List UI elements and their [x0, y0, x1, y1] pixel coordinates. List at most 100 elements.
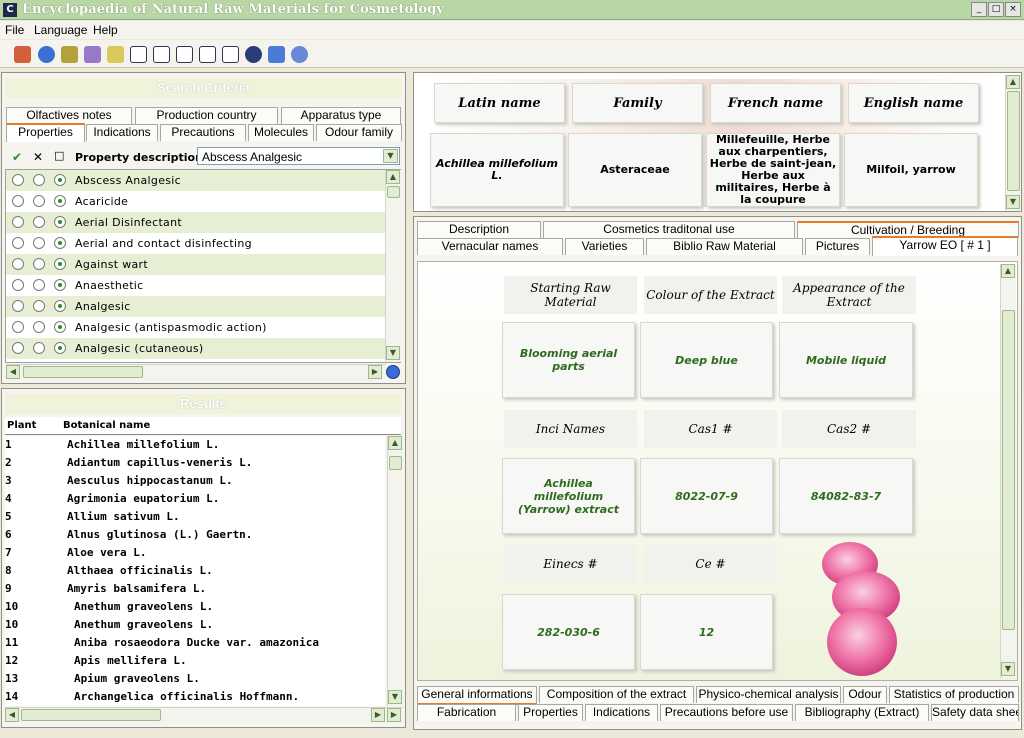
col-plant[interactable]: Plant — [7, 420, 36, 431]
property-list-item[interactable]: Analgesic (cutaneous) — [6, 338, 386, 359]
exclude-radio[interactable] — [33, 300, 45, 312]
include-radio[interactable] — [12, 216, 24, 228]
tab-production-country[interactable]: Production country — [135, 107, 278, 124]
property-list-item[interactable]: Analgesic (antispasmodic action) — [6, 317, 386, 338]
scroll-up-icon[interactable]: ▲ — [386, 170, 400, 184]
scroll-left-icon[interactable]: ◀ — [6, 365, 20, 379]
tab-precautions[interactable]: Precautions — [160, 124, 246, 141]
tab-odour[interactable]: Odour — [843, 686, 887, 703]
close-button[interactable]: × — [1005, 2, 1021, 17]
menu-language[interactable]: Language — [34, 23, 87, 37]
exclude-radio[interactable] — [33, 321, 45, 333]
tab-precautions-before-use[interactable]: Precautions before use — [660, 704, 793, 721]
neutral-radio[interactable] — [54, 342, 66, 354]
info-icon[interactable] — [38, 46, 55, 63]
tab-description[interactable]: Description — [417, 221, 541, 238]
scroll-thumb[interactable] — [389, 456, 402, 470]
tab-indications-extract[interactable]: Indications — [585, 704, 658, 721]
property-list-item[interactable]: Against wart — [6, 254, 386, 275]
refresh-icon[interactable] — [386, 365, 400, 379]
scroll-thumb[interactable] — [387, 186, 400, 198]
property-list-vscroll[interactable]: ▲ ▼ — [385, 170, 401, 362]
tab-composition-of-extract[interactable]: Composition of the extract — [539, 686, 694, 703]
neutral-radio[interactable] — [54, 174, 66, 186]
tab-properties-extract[interactable]: Properties — [518, 704, 583, 721]
tab-yarrow-eo[interactable]: Yarrow EO [ # 1 ] — [872, 236, 1018, 256]
include-radio[interactable] — [12, 321, 24, 333]
tab-olfactives-notes[interactable]: Olfactives notes — [6, 107, 132, 124]
scroll-up-icon[interactable]: ▲ — [388, 436, 402, 450]
scroll-thumb[interactable] — [1007, 91, 1020, 191]
scroll-right-end-icon[interactable]: ▶ — [387, 708, 401, 722]
export-icon[interactable] — [176, 46, 193, 63]
col-botanical-name[interactable]: Botanical name — [63, 420, 150, 431]
results-row[interactable]: 11 Aniba rosaeodora Ducke var. amazonica — [5, 634, 385, 652]
property-list-hscroll[interactable]: ◀ ▶ — [6, 364, 386, 380]
include-radio[interactable] — [12, 300, 24, 312]
include-radio[interactable] — [12, 174, 24, 186]
tab-fabrication[interactable]: Fabrication — [417, 704, 516, 721]
include-radio[interactable] — [12, 195, 24, 207]
include-radio[interactable] — [12, 342, 24, 354]
results-row[interactable]: 14 Archangelica officinalis Hoffmann. — [5, 688, 385, 706]
cards-icon[interactable] — [84, 46, 101, 63]
tab-indications[interactable]: Indications — [86, 124, 158, 141]
book-icon[interactable] — [107, 46, 124, 63]
neutral-radio[interactable] — [54, 321, 66, 333]
results-vscroll[interactable]: ▲ ▼ — [387, 436, 403, 706]
tab-apparatus-type[interactable]: Apparatus type — [281, 107, 401, 124]
window-icon[interactable] — [199, 46, 216, 63]
tree-icon[interactable] — [153, 46, 170, 63]
tab-pictures[interactable]: Pictures — [805, 238, 870, 255]
scroll-thumb[interactable] — [1002, 310, 1015, 630]
globe-icon[interactable] — [245, 46, 262, 63]
scroll-down-icon[interactable]: ▼ — [388, 690, 402, 704]
neutral-radio[interactable] — [54, 279, 66, 291]
tab-general-informations[interactable]: General informations — [417, 686, 537, 705]
exclude-radio[interactable] — [33, 237, 45, 249]
scroll-right-icon[interactable]: ▶ — [371, 708, 385, 722]
exclude-radio[interactable] — [33, 279, 45, 291]
neutral-radio[interactable] — [54, 195, 66, 207]
leaf-icon[interactable] — [61, 46, 78, 63]
property-list-item[interactable]: Analgesic — [6, 296, 386, 317]
results-row[interactable]: 4 Agrimonia eupatorium L. — [5, 490, 385, 508]
scroll-down-icon[interactable]: ▼ — [1001, 662, 1015, 676]
neutral-radio[interactable] — [54, 237, 66, 249]
scroll-down-icon[interactable]: ▼ — [386, 346, 400, 360]
include-radio[interactable] — [12, 258, 24, 270]
property-list-item[interactable]: Abscess Analgesic — [6, 170, 386, 191]
include-radio[interactable] — [12, 279, 24, 291]
scroll-up-icon[interactable]: ▲ — [1006, 75, 1020, 89]
tab-odour-family[interactable]: Odour family — [316, 124, 402, 141]
uncheck-all-icon[interactable]: ✕ — [33, 150, 43, 164]
scroll-right-icon[interactable]: ▶ — [368, 365, 382, 379]
neutral-radio[interactable] — [54, 216, 66, 228]
list-icon[interactable] — [130, 46, 147, 63]
tab-safety-data-sheet[interactable]: Safety data sheet — [931, 704, 1019, 721]
include-radio[interactable] — [12, 237, 24, 249]
tab-biblio-raw-material[interactable]: Biblio Raw Material — [646, 238, 803, 255]
results-row[interactable]: 8 Althaea officinalis L. — [5, 562, 385, 580]
results-row[interactable]: 3 Aesculus hippocastanum L. — [5, 472, 385, 490]
neutral-radio[interactable] — [54, 258, 66, 270]
exclude-radio[interactable] — [33, 342, 45, 354]
neutral-all-icon[interactable]: □ — [54, 149, 64, 162]
exclude-radio[interactable] — [33, 258, 45, 270]
results-row[interactable]: 12 Apis mellifera L. — [5, 652, 385, 670]
results-row[interactable]: 1 Achillea millefolium L. — [5, 436, 385, 454]
results-row[interactable]: 13 Apium graveolens L. — [5, 670, 385, 688]
property-description-select[interactable]: Abscess Analgesic ▼ — [197, 147, 400, 165]
results-row[interactable]: 2 Adiantum capillus-veneris L. — [5, 454, 385, 472]
tab-cosmetics-traditional-use[interactable]: Cosmetics traditonal use — [543, 221, 795, 238]
exclude-radio[interactable] — [33, 216, 45, 228]
users-icon[interactable] — [14, 46, 31, 63]
tab-vernacular-names[interactable]: Vernacular names — [417, 238, 563, 255]
results-row[interactable]: 10 Anethum graveolens L. — [5, 616, 385, 634]
scroll-up-icon[interactable]: ▲ — [1001, 264, 1015, 278]
settings-icon[interactable] — [291, 46, 308, 63]
tab-physico-chemical-analysis[interactable]: Physico-chemical analysis — [696, 686, 841, 703]
manual-icon[interactable] — [268, 46, 285, 63]
results-row[interactable]: 10 Anethum graveolens L. — [5, 598, 385, 616]
tab-bibliography-extract[interactable]: Bibliography (Extract) — [795, 704, 929, 721]
